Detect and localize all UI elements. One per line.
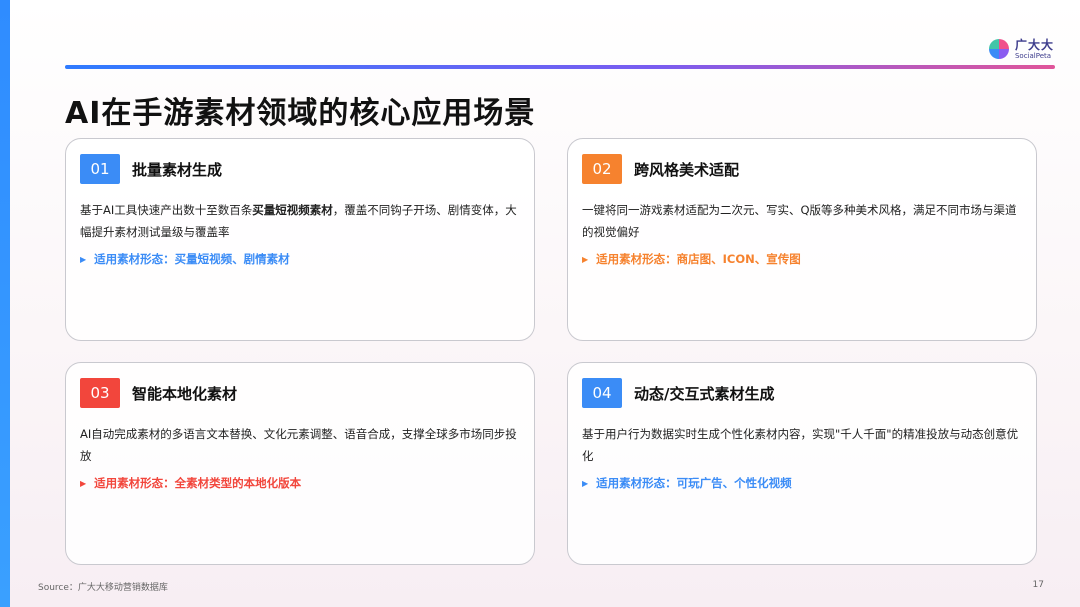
left-accent-bar — [0, 0, 10, 607]
card-number-badge: 04 — [582, 378, 622, 408]
card-dynamic-interactive: 04 动态/交互式素材生成 基于用户行为数据实时生成个性化素材内容，实现"千人千… — [567, 362, 1037, 565]
card-title: 批量素材生成 — [132, 160, 223, 179]
card-usage-text: 适用素材形态：商店图、ICON、宣传图 — [596, 252, 801, 266]
card-description: 一键将同一游戏素材适配为二次元、写实、Q版等多种美术风格，满足不同市场与渠道的视… — [582, 203, 1017, 239]
card-usage-text: 适用素材形态：可玩广告、个性化视频 — [596, 476, 792, 490]
card-batch-generation: 01 批量素材生成 基于AI工具快速产出数十至数百条买量短视频素材，覆盖不同钩子… — [65, 138, 535, 341]
card-title: 智能本地化素材 — [132, 384, 238, 403]
card-header: 01 批量素材生成 — [80, 154, 222, 184]
card-header: 03 智能本地化素材 — [80, 378, 237, 408]
logo: 广大大 SocialPeta — [988, 38, 1054, 60]
card-usage-line: ▶ 适用素材形态：全素材类型的本地化版本 — [80, 475, 301, 491]
triangle-bullet-icon: ▶ — [80, 478, 87, 488]
triangle-bullet-icon: ▶ — [582, 254, 589, 264]
card-usage-line: ▶ 适用素材形态：商店图、ICON、宣传图 — [582, 251, 801, 267]
card-header: 02 跨风格美术适配 — [582, 154, 739, 184]
socialpeta-logo-icon — [988, 39, 1009, 59]
card-number-badge: 02 — [582, 154, 622, 184]
card-style-adaptation: 02 跨风格美术适配 一键将同一游戏素材适配为二次元、写实、Q版等多种美术风格，… — [567, 138, 1037, 341]
triangle-bullet-icon: ▶ — [582, 478, 589, 488]
card-number-badge: 03 — [80, 378, 120, 408]
desc-text-bold: 买量短视频素材 — [252, 203, 333, 217]
card-smart-localization: 03 智能本地化素材 AI自动完成素材的多语言文本替换、文化元素调整、语音合成，… — [65, 362, 535, 565]
card-usage-line: ▶ 适用素材形态：买量短视频、剧情素材 — [80, 251, 290, 267]
card-number-badge: 01 — [80, 154, 120, 184]
card-description: AI自动完成素材的多语言文本替换、文化元素调整、语音合成，支撑全球多市场同步投放 — [80, 427, 517, 463]
card-usage-text: 适用素材形态：全素材类型的本地化版本 — [94, 476, 302, 490]
card-usage-text: 适用素材形态：买量短视频、剧情素材 — [94, 252, 290, 266]
desc-text-before: 基于AI工具快速产出数十至数百条 — [80, 203, 253, 217]
logo-en-text: SocialPeta — [1014, 51, 1052, 60]
logo-cn-text: 广大大 — [1014, 37, 1054, 52]
top-gradient-rule — [65, 65, 1055, 69]
page-title: AI在手游素材领域的核心应用场景 — [65, 96, 536, 131]
card-description: 基于用户行为数据实时生成个性化素材内容，实现"千人千面"的精准投放与动态创意优化 — [582, 427, 1019, 463]
card-usage-line: ▶ 适用素材形态：可玩广告、个性化视频 — [582, 475, 792, 491]
footer-source: Source：广大大移动营销数据库 — [38, 583, 168, 593]
card-title: 跨风格美术适配 — [634, 160, 740, 179]
page-number: 17 — [1032, 580, 1044, 590]
triangle-bullet-icon: ▶ — [80, 254, 87, 264]
card-header: 04 动态/交互式素材生成 — [582, 378, 774, 408]
card-description: 基于AI工具快速产出数十至数百条买量短视频素材，覆盖不同钩子开场、剧情变体，大幅… — [80, 199, 520, 243]
card-title: 动态/交互式素材生成 — [634, 384, 775, 403]
